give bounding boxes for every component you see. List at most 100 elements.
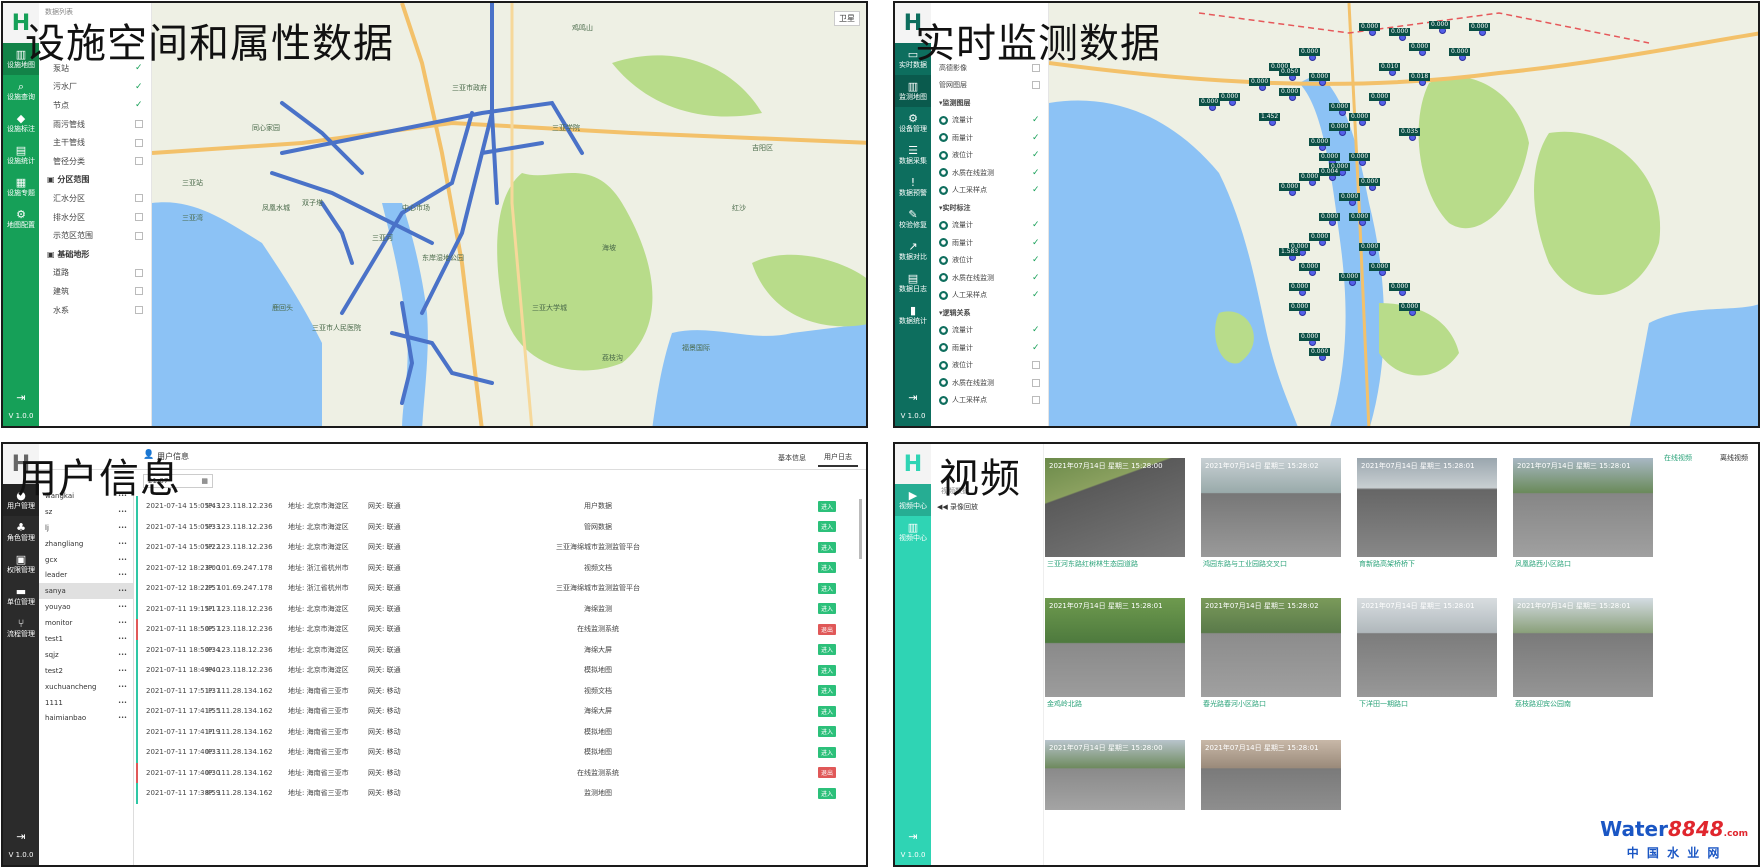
monitor-value[interactable]: 0.000 xyxy=(1289,283,1311,291)
monitor-value[interactable]: 0.000 xyxy=(1299,48,1321,56)
monitor-value[interactable]: 0.000 xyxy=(1389,283,1411,291)
monitor-value[interactable]: 0.000 xyxy=(1359,243,1381,251)
layer-checkbox[interactable]: ✓ xyxy=(1032,326,1040,335)
user-list-item[interactable]: zhangliang ••• xyxy=(39,536,133,552)
layer-item[interactable]: 排水分区 xyxy=(39,208,151,227)
video-thumbnail[interactable]: 2021年07月14日 星期三 15:28:01 育新路高架桥桥下 xyxy=(1357,458,1497,571)
layer-item[interactable]: ● 人工采样点 ✓ xyxy=(931,182,1048,200)
monitor-value[interactable]: 0.000 xyxy=(1249,78,1271,86)
layer-checkbox[interactable] xyxy=(135,287,143,296)
monitor-value[interactable]: 1.452 xyxy=(1259,113,1281,121)
monitor-value[interactable]: 0.000 xyxy=(1359,23,1381,31)
layer-checkbox[interactable]: ✓ xyxy=(1032,291,1040,300)
layer-item[interactable]: ● 雨量计 ✓ xyxy=(931,234,1048,252)
layer-item[interactable]: ▾ 逻辑关系 xyxy=(931,304,1048,322)
layer-item[interactable]: ▾ 监测图层 xyxy=(931,94,1048,112)
layer-item[interactable]: ● 人工采样点 xyxy=(931,392,1048,410)
layer-item[interactable]: ● 水质在线监测 ✓ xyxy=(931,269,1048,287)
more-icon[interactable]: ••• xyxy=(118,557,127,563)
more-icon[interactable]: ••• xyxy=(118,588,127,594)
nav-item[interactable]: ✎ 校验修复 xyxy=(895,203,931,235)
user-list-item[interactable]: monitor ••• xyxy=(39,615,133,631)
monitor-value[interactable]: 0.000 xyxy=(1309,73,1331,81)
monitor-value[interactable]: 0.050 xyxy=(1279,68,1301,76)
monitor-value[interactable]: 0.000 xyxy=(1319,213,1341,221)
more-icon[interactable]: ••• xyxy=(118,509,127,515)
layer-item[interactable]: ● 流量计 ✓ xyxy=(931,217,1048,235)
nav-item[interactable]: ⚙ 地图配置 xyxy=(3,203,39,235)
layer-item[interactable]: 雨污管线 xyxy=(39,115,151,134)
layer-checkbox[interactable]: ✓ xyxy=(135,101,143,110)
layer-item[interactable]: ● 液位计 ✓ xyxy=(931,252,1048,270)
monitor-value[interactable]: 0.010 xyxy=(1379,63,1401,71)
more-icon[interactable]: ••• xyxy=(118,620,127,626)
monitor-value[interactable]: 0.000 xyxy=(1349,213,1371,221)
monitor-value[interactable]: 0.000 xyxy=(1329,123,1351,131)
tab-online-video[interactable]: 在线视频 xyxy=(1664,453,1692,463)
user-list-item[interactable]: sqjz ••• xyxy=(39,647,133,663)
monitor-value[interactable]: 0.000 xyxy=(1299,263,1321,271)
layer-item[interactable]: 污水厂 ✓ xyxy=(39,78,151,97)
layer-checkbox[interactable] xyxy=(1032,81,1040,90)
nav-item[interactable]: ▥ 视频中心 xyxy=(895,516,931,548)
exit-icon[interactable]: ⇥ xyxy=(3,830,39,843)
nav-item[interactable]: ! 数据预警 xyxy=(895,171,931,203)
more-icon[interactable]: ••• xyxy=(118,684,127,690)
monitor-value[interactable]: 0.000 xyxy=(1339,273,1361,281)
layer-checkbox[interactable] xyxy=(135,231,143,240)
layer-checkbox[interactable] xyxy=(135,268,143,277)
monitor-value[interactable]: 1.583 xyxy=(1279,248,1301,256)
nav-item[interactable]: ▤ 设施统计 xyxy=(3,139,39,171)
layer-checkbox[interactable]: ✓ xyxy=(1032,273,1040,282)
layer-item[interactable]: 水系 xyxy=(39,301,151,320)
monitor-value[interactable]: 0.018 xyxy=(1409,73,1431,81)
exit-icon[interactable]: ⇥ xyxy=(3,391,39,404)
layer-item[interactable]: 道路 xyxy=(39,264,151,283)
layer-item[interactable]: ▾ 实时标注 xyxy=(931,199,1048,217)
tab-basic-info[interactable]: 基本信息 xyxy=(778,453,806,463)
layer-checkbox[interactable]: ✓ xyxy=(1032,168,1040,177)
nav-item[interactable]: ▶ 视频中心 xyxy=(895,484,931,516)
monitor-value[interactable]: 0.000 xyxy=(1309,233,1331,241)
exit-icon[interactable]: ⇥ xyxy=(895,391,931,404)
video-thumbnail[interactable]: 2021年07月14日 星期三 15:28:00 xyxy=(1045,740,1185,810)
layer-checkbox[interactable]: ✓ xyxy=(1032,133,1040,142)
monitor-value[interactable]: 0.000 xyxy=(1339,193,1361,201)
layer-checkbox[interactable]: ✓ xyxy=(1032,116,1040,125)
user-list-item[interactable]: test2 ••• xyxy=(39,663,133,679)
nav-item[interactable]: ⚙ 设备管理 xyxy=(895,107,931,139)
tab-offline-video[interactable]: 离线视频 xyxy=(1720,453,1748,463)
nav-item[interactable]: ⑂ 流程管理 xyxy=(3,612,39,644)
scrollbar[interactable] xyxy=(859,499,862,559)
nav-item[interactable]: ♣ 角色管理 xyxy=(3,516,39,548)
layer-checkbox[interactable]: ✓ xyxy=(1032,256,1040,265)
more-icon[interactable]: ••• xyxy=(118,700,127,706)
satellite-toggle[interactable]: 卫星 xyxy=(834,11,860,26)
layer-checkbox[interactable]: ✓ xyxy=(1032,238,1040,247)
user-list-item[interactable]: gcx ••• xyxy=(39,552,133,568)
nav-item[interactable]: ↗ 数据对比 xyxy=(895,235,931,267)
layer-item[interactable]: ● 水质在线监测 xyxy=(931,374,1048,392)
monitor-value[interactable]: 0.000 xyxy=(1299,333,1321,341)
monitor-value[interactable]: 0.035 xyxy=(1399,128,1421,136)
monitor-value[interactable]: 0.000 xyxy=(1469,23,1491,31)
nav-item[interactable]: ◆ 设施标注 xyxy=(3,107,39,139)
more-icon[interactable]: ••• xyxy=(118,572,127,578)
layer-checkbox[interactable] xyxy=(1032,396,1040,405)
user-list-item[interactable]: youyao ••• xyxy=(39,599,133,615)
layer-item[interactable]: ● 流量计 ✓ xyxy=(931,322,1048,340)
nav-item[interactable]: ⌕ 设施查询 xyxy=(3,75,39,107)
video-thumbnail[interactable]: 2021年07月14日 星期三 15:28:02 春光路春河小区路口 xyxy=(1201,598,1341,711)
layer-item[interactable]: ● 人工采样点 ✓ xyxy=(931,287,1048,305)
layer-item[interactable]: 汇水分区 xyxy=(39,189,151,208)
more-icon[interactable]: ••• xyxy=(118,636,127,642)
layer-checkbox[interactable]: ✓ xyxy=(135,82,143,91)
layer-checkbox[interactable] xyxy=(135,138,143,147)
monitor-value[interactable]: 0.000 xyxy=(1409,43,1431,51)
layer-checkbox[interactable] xyxy=(135,157,143,166)
monitor-value[interactable]: 0.000 xyxy=(1279,88,1301,96)
video-thumbnail[interactable]: 2021年07月14日 星期三 15:28:01 凤凰路西小区路口 xyxy=(1513,458,1653,571)
nav-item[interactable]: ▥ 监测地图 xyxy=(895,75,931,107)
layer-item[interactable]: 建筑 xyxy=(39,282,151,301)
monitor-value[interactable]: 0.004 xyxy=(1319,168,1341,176)
